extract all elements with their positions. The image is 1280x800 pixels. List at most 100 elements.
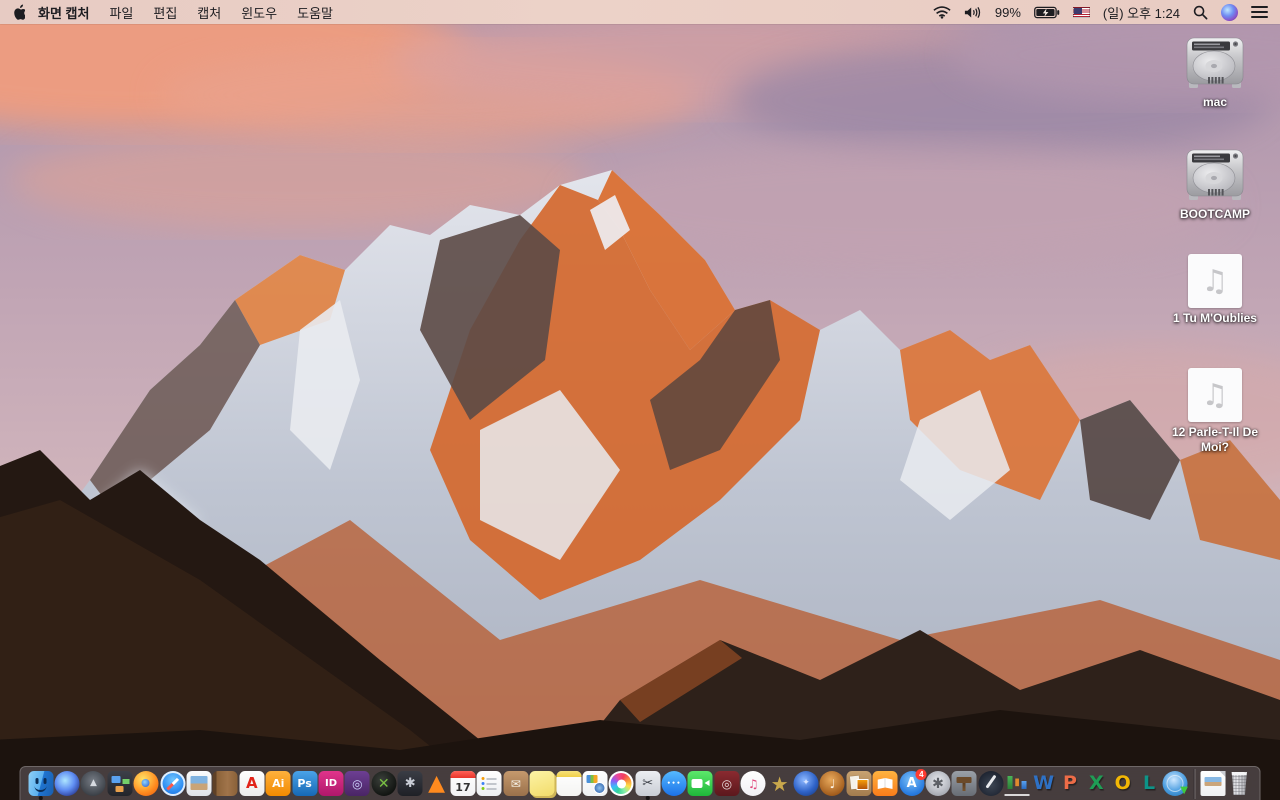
dock-acrobat-reader-icon[interactable]: A (239, 767, 265, 800)
wifi-icon[interactable] (933, 5, 951, 19)
dock-photos-icon[interactable] (608, 767, 634, 800)
dock-ms-word-icon[interactable]: W (1030, 767, 1056, 800)
dock-mission-control-icon[interactable] (107, 767, 133, 800)
spotlight-search-icon[interactable] (1193, 5, 1208, 20)
dock-preview-icon[interactable] (186, 767, 212, 800)
pages-classic-glyph (978, 771, 1004, 796)
menu-item-2[interactable]: 캡처 (197, 3, 221, 22)
dock-scrapbook-pinboard-app-icon[interactable] (846, 767, 872, 800)
dock-downloader-icon[interactable]: ▼ (1162, 767, 1188, 800)
dock-garageband-icon[interactable]: ♩ (819, 767, 845, 800)
ms-powerpoint-glyph: P (1062, 772, 1077, 794)
dock-calendar-icon[interactable]: 17 (450, 767, 476, 800)
dock-firefox-icon[interactable] (133, 767, 159, 800)
dock-app-store-icon[interactable]: A4 (898, 767, 927, 800)
dock-keynote-classic-icon[interactable] (951, 767, 977, 800)
dock-launchpad-icon[interactable]: ▲ (80, 767, 106, 800)
dock-grab-screen-capture-icon[interactable]: ✂ (635, 767, 661, 800)
apple-logo-icon (14, 4, 25, 20)
dock-documents-seal-app-icon[interactable] (582, 767, 608, 800)
grab-screen-capture-running-indicator (645, 796, 650, 800)
dock-indesign-icon[interactable]: ID (318, 767, 344, 800)
dock-siri-icon[interactable] (54, 767, 80, 800)
audio-file-icon: ♫ (1188, 254, 1242, 308)
dock-archive-box-app-icon[interactable]: ✉ (503, 767, 529, 800)
volume-icon[interactable] (964, 6, 982, 19)
desktop-icon-label: BOOTCAMP (1180, 207, 1250, 221)
active-app-menu[interactable]: 화면 캡처 (38, 3, 89, 22)
notes-glyph (556, 771, 582, 796)
imovie-glyph: ★ (770, 771, 789, 796)
dock-stickies-icon[interactable] (529, 767, 555, 800)
dock-photo-booth-icon[interactable]: ◎ (714, 767, 740, 800)
dock-green-x-app-icon[interactable]: ✕ (371, 767, 397, 800)
ms-word-glyph: W (1033, 772, 1055, 794)
us-flag-input-source-icon[interactable] (1072, 6, 1090, 18)
finder-glyph (28, 771, 54, 796)
menu-item-1[interactable]: 편집 (153, 3, 177, 22)
dock-ms-lync-icon[interactable]: L (1136, 767, 1162, 800)
illustrator-glyph: Ai (265, 771, 291, 796)
acrobat-reader-glyph: A (239, 771, 265, 796)
dock-separator (1193, 768, 1195, 799)
dock-ms-powerpoint-icon[interactable]: P (1057, 767, 1083, 800)
garageband-glyph: ♩ (819, 771, 845, 796)
menu-item-3[interactable]: 윈도우 (241, 3, 277, 22)
launchpad-glyph: ▲ (80, 771, 106, 796)
audio-file-icon: ♫ (1188, 368, 1242, 422)
ms-lync-glyph: L (1143, 772, 1156, 794)
desktop-icon-drive-mac[interactable]: mac (1155, 34, 1275, 110)
dock-pages-classic-icon[interactable] (978, 767, 1004, 800)
dock-imovie-icon[interactable]: ★ (766, 767, 792, 800)
wallpaper-sierra (0, 0, 1280, 800)
menu-bar: 화면 캡처 파일 편집 캡처 윈도우 도움말 99% (일) 오후 1:24 (0, 0, 1280, 24)
menu-clock[interactable]: (일) 오후 1:24 (1103, 3, 1180, 22)
siri-icon[interactable] (1221, 3, 1238, 21)
dock-system-preferences-icon[interactable]: ✱ (925, 767, 951, 800)
dock-idvd-icon[interactable]: ✦ (793, 767, 819, 800)
dock-ms-excel-icon[interactable]: X (1083, 767, 1109, 800)
dock-illustrator-icon[interactable]: Ai (265, 767, 291, 800)
dock-toast-icon[interactable]: ◎ (344, 767, 370, 800)
desktop-icon-audio-file-2[interactable]: ♫ 12 Parle-T-Il De Moi? (1155, 368, 1275, 455)
siri-glyph (54, 771, 80, 796)
dock-trash-full-icon[interactable] (1226, 767, 1252, 800)
desktop-icon-audio-file-1[interactable]: ♫ 1 Tu M'Oublies (1155, 254, 1275, 326)
ms-outlook-glyph: O (1114, 772, 1131, 794)
menu-item-0[interactable]: 파일 (109, 3, 133, 22)
preview-glyph (186, 771, 212, 796)
battery-charging-icon[interactable] (1034, 6, 1060, 19)
contacts-glyph (212, 771, 238, 796)
photo-booth-glyph: ◎ (714, 771, 740, 796)
dock-contacts-icon[interactable] (212, 767, 238, 800)
dock-messages-icon[interactable]: ••• (661, 767, 687, 800)
dock-notes-icon[interactable] (555, 767, 582, 800)
dock-numbers-classic-icon[interactable]: ▮ (1004, 767, 1030, 800)
dock-document-file-icon[interactable] (1200, 767, 1226, 800)
dock-finder-icon[interactable] (28, 767, 54, 800)
desktop-icon-label: 12 Parle-T-Il De Moi? (1171, 425, 1259, 454)
dock-facetime-icon[interactable] (687, 767, 713, 800)
ms-excel-glyph: X (1089, 772, 1104, 794)
dock-itunes-icon[interactable]: ♫ (740, 767, 766, 800)
numbers-classic-glyph: ▮ (1004, 771, 1030, 796)
desktop-icon-drive-bootcamp[interactable]: BOOTCAMP (1155, 146, 1275, 222)
stickies-glyph (529, 771, 555, 796)
menu-item-4[interactable]: 도움말 (297, 3, 333, 22)
dock-safari-icon[interactable] (159, 767, 186, 800)
dock-vlc-icon[interactable]: ▲ (423, 767, 449, 800)
dock-ms-outlook-icon[interactable]: O (1110, 767, 1136, 800)
apple-menu[interactable] (0, 4, 36, 20)
notification-center-icon[interactable] (1251, 6, 1268, 18)
dock-reminders-icon[interactable] (476, 767, 502, 800)
dock-photoshop-icon[interactable]: Ps (291, 767, 318, 800)
grab-screen-capture-glyph: ✂ (635, 771, 661, 796)
toast-glyph: ◎ (344, 771, 370, 796)
indesign-glyph: ID (318, 771, 344, 796)
dock-disc-fan-app-icon[interactable]: ✱ (397, 767, 423, 800)
idvd-glyph: ✦ (793, 771, 819, 796)
finder-running-indicator (38, 796, 43, 800)
safari-glyph (160, 771, 186, 796)
menu-items: 파일 편집 캡처 윈도우 도움말 (99, 3, 343, 22)
dock-ibooks-icon[interactable] (872, 767, 898, 800)
